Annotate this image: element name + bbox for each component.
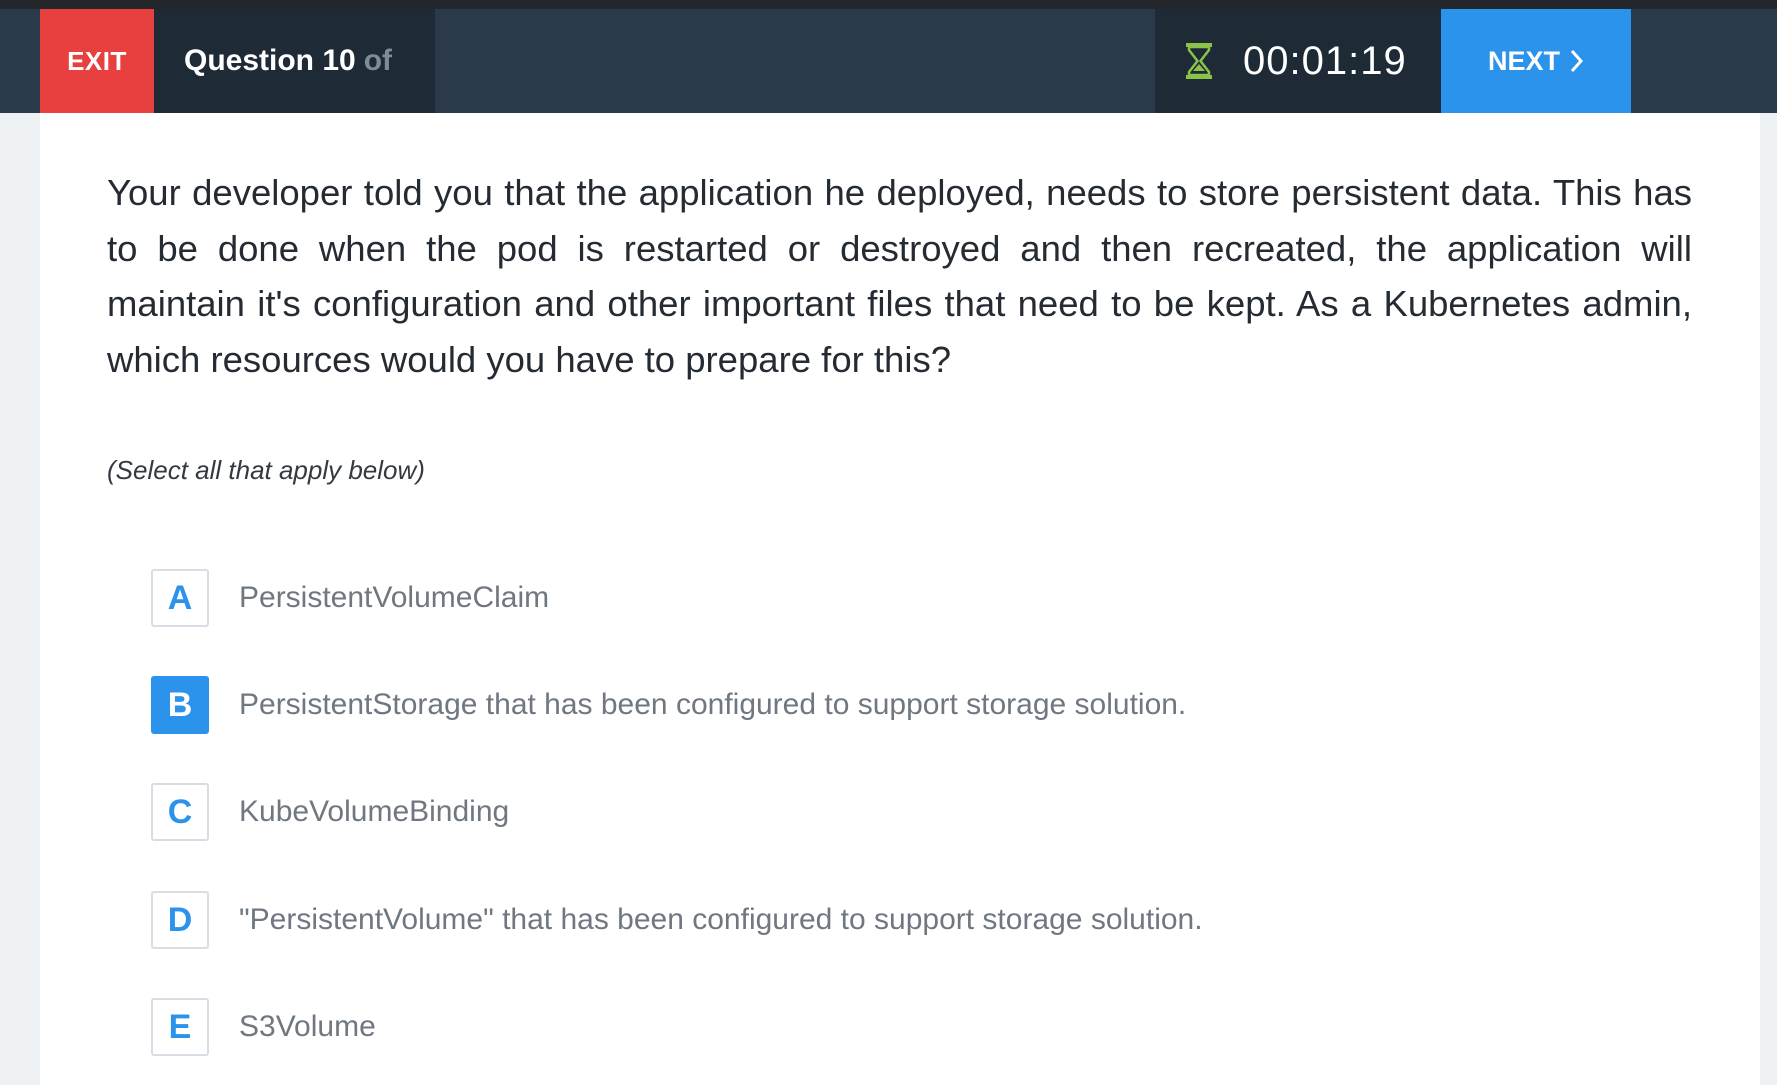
option-label: "PersistentVolume" that has been configu… [239, 903, 1203, 936]
option-label: PersistentVolumeClaim [239, 581, 550, 614]
option-label: KubeVolumeBinding [239, 795, 510, 828]
option-c[interactable]: C KubeVolumeBinding [151, 782, 509, 842]
question-counter: Question 10 of [154, 9, 435, 113]
exit-button-label: EXIT [67, 45, 127, 76]
option-letter[interactable]: B [151, 676, 209, 734]
next-button-label: NEXT [1487, 45, 1560, 76]
chevron-right-icon [1570, 49, 1584, 73]
timer: 00:01:19 [1155, 9, 1441, 113]
option-letter[interactable]: E [151, 998, 209, 1056]
option-label: S3Volume [239, 1010, 376, 1043]
option-letter[interactable]: C [151, 783, 209, 841]
question-of: of [363, 44, 393, 77]
option-b[interactable]: B PersistentStorage that has been config… [151, 675, 1186, 735]
timer-value: 00:01:19 [1243, 38, 1407, 83]
select-hint: (Select all that apply below) [107, 455, 425, 485]
option-a[interactable]: A PersistentVolumeClaim [151, 568, 549, 628]
option-label: PersistentStorage that has been configur… [239, 688, 1187, 721]
option-d[interactable]: D "PersistentVolume" that has been confi… [151, 890, 1203, 950]
option-letter[interactable]: A [151, 569, 209, 627]
option-e[interactable]: E S3Volume [151, 997, 376, 1057]
question-panel: Your developer told you that the applica… [40, 113, 1760, 1085]
question-number: Question 10 [184, 44, 356, 77]
exit-button[interactable]: EXIT [40, 9, 154, 113]
question-text: Your developer told you that the applica… [107, 172, 1692, 380]
window-top-strip [0, 0, 1777, 9]
next-button[interactable]: NEXT [1441, 9, 1631, 113]
quiz-header: EXIT Question 10 of 00:01:19 NEXT [0, 9, 1777, 113]
hourglass-icon [1185, 42, 1213, 80]
option-letter[interactable]: D [151, 891, 209, 949]
